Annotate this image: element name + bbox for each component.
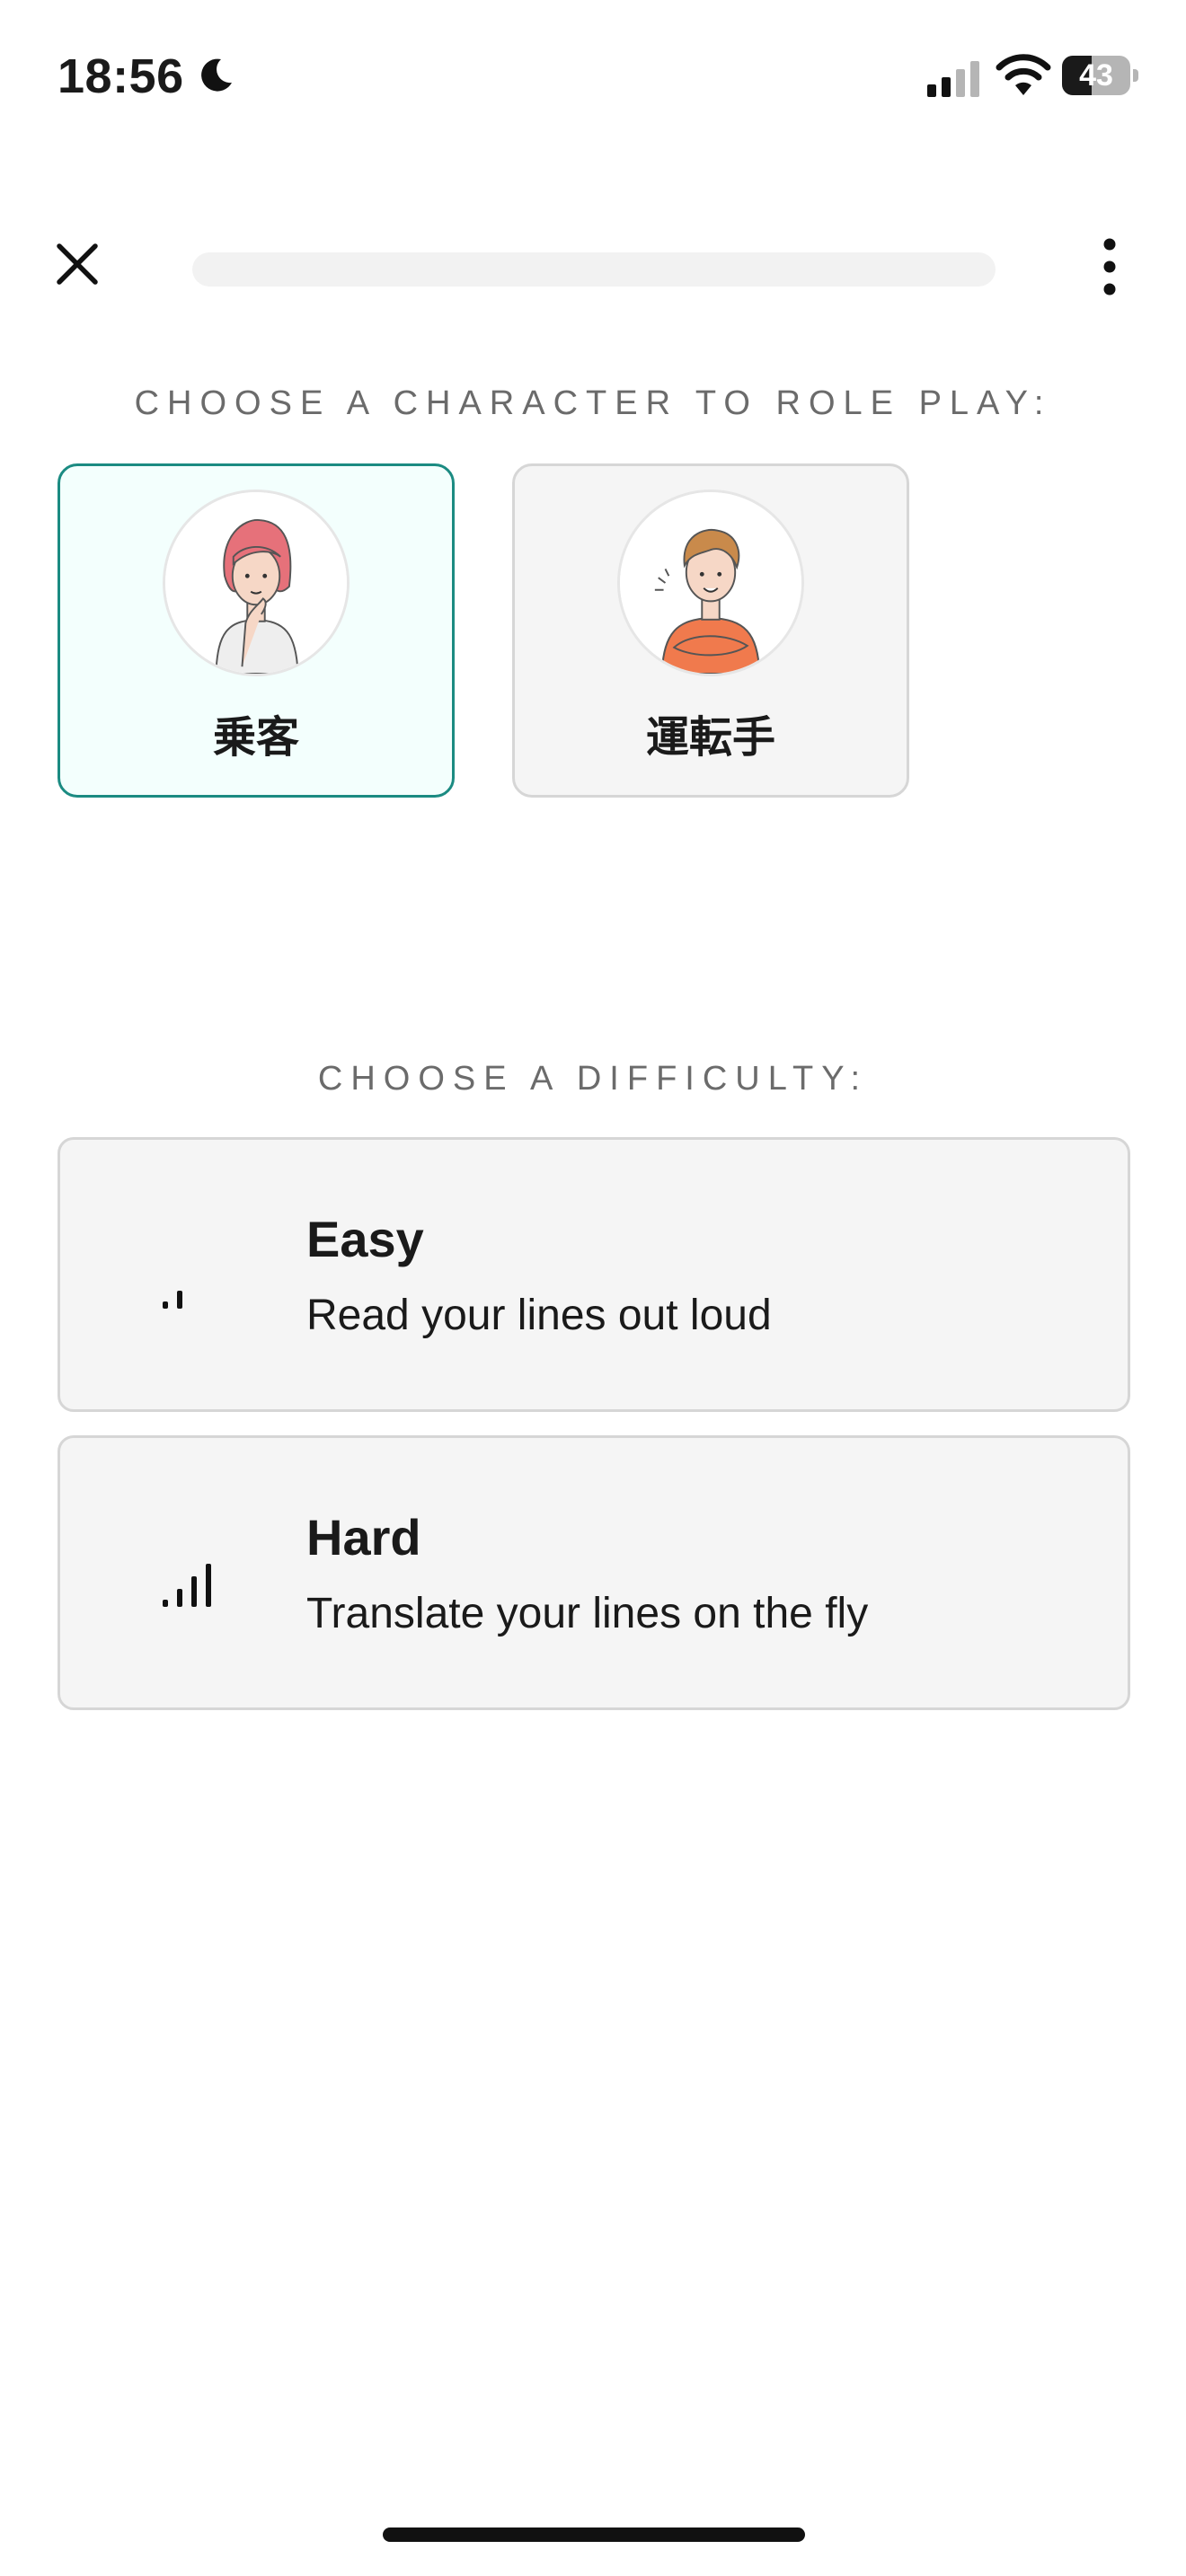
battery-level: 43 bbox=[1079, 58, 1113, 93]
moon-icon bbox=[201, 58, 232, 92]
difficulty-section-heading: CHOOSE A DIFFICULTY: bbox=[317, 1060, 869, 1098]
battery-indicator: 43 bbox=[1062, 56, 1139, 95]
signal-low-icon bbox=[163, 1291, 182, 1309]
difficulty-description: Translate your lines on the fly bbox=[306, 1590, 869, 1637]
character-card-driver[interactable]: 運転手 bbox=[512, 463, 909, 798]
difficulty-option-hard[interactable]: Hard Translate your lines on the fly bbox=[58, 1435, 1130, 1710]
man-arms-crossed-avatar bbox=[617, 490, 804, 676]
status-bar: 18:56 43 bbox=[0, 0, 1186, 135]
lesson-progress-bar bbox=[192, 252, 996, 287]
cellular-signal-icon bbox=[927, 61, 979, 97]
difficulty-title: Hard bbox=[306, 1509, 421, 1566]
home-indicator bbox=[383, 2527, 805, 2542]
character-card-passenger[interactable]: 乗客 bbox=[58, 463, 455, 798]
character-name: 運転手 bbox=[645, 714, 775, 762]
wifi-icon bbox=[996, 54, 1051, 95]
close-icon[interactable] bbox=[50, 237, 104, 291]
character-section-heading: CHOOSE A CHARACTER TO ROLE PLAY: bbox=[134, 384, 1052, 422]
difficulty-description: Read your lines out loud bbox=[306, 1292, 772, 1339]
status-time: 18:56 bbox=[58, 49, 184, 103]
difficulty-title: Easy bbox=[306, 1211, 424, 1267]
battery-tip bbox=[1133, 69, 1138, 82]
more-vertical-icon[interactable] bbox=[1087, 235, 1132, 298]
signal-high-icon bbox=[163, 1564, 211, 1607]
woman-thinking-avatar bbox=[163, 490, 350, 676]
character-name: 乗客 bbox=[212, 714, 299, 762]
difficulty-option-easy[interactable]: Easy Read your lines out loud bbox=[58, 1137, 1130, 1412]
